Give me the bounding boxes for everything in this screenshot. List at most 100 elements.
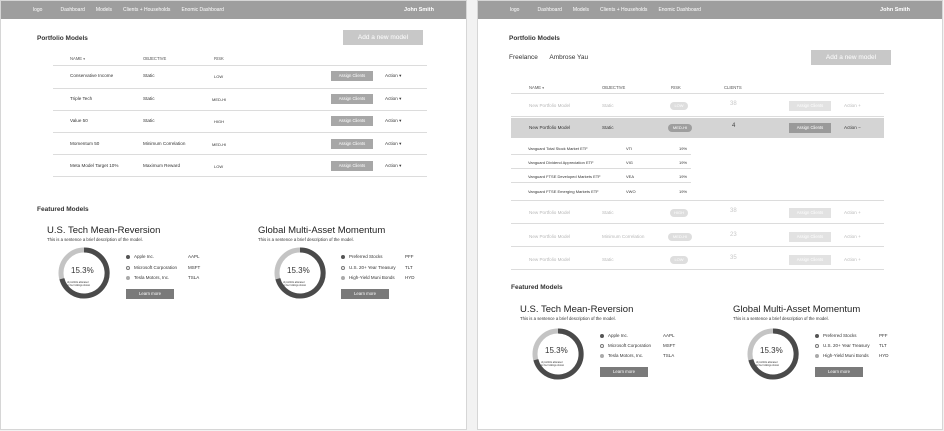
col-header-name[interactable]: NAME ▾	[70, 56, 85, 61]
chevron-down-icon: ▾	[399, 118, 402, 123]
nav-link-enomic[interactable]: Enomic Dashboard	[658, 7, 701, 13]
action-menu[interactable]: Action ▾	[385, 73, 401, 79]
add-model-button[interactable]: Add a new model	[343, 30, 423, 45]
featured-model-title[interactable]: Global Multi-Asset Momentum	[258, 225, 385, 236]
nav-link-models[interactable]: Models	[96, 7, 112, 13]
assign-clients-button[interactable]: Assign Clients	[331, 161, 373, 171]
nav-link-dashboard[interactable]: Dashboard	[537, 7, 561, 13]
action-menu[interactable]: Action +	[844, 257, 861, 262]
top-nav: logo Dashboard Models Clients + Househol…	[478, 1, 942, 19]
nav-link-dashboard[interactable]: Dashboard	[60, 7, 84, 13]
nav-link-models[interactable]: Models	[573, 7, 589, 13]
col-header-objective: OBJECTIVE	[602, 85, 626, 90]
holding-weight: 19%	[679, 189, 688, 194]
donut-caption: of portfolio allocated to the holdings s…	[67, 281, 91, 287]
logo[interactable]: logo	[33, 7, 42, 13]
legend-dot-icon	[126, 275, 130, 280]
row-risk: MED-HI	[212, 142, 227, 147]
holding-row: Preferred Stocks	[341, 254, 383, 259]
user-name[interactable]: John Smith	[404, 7, 434, 13]
add-model-button[interactable]: Add a new model	[811, 50, 891, 65]
user-name[interactable]: John Smith	[880, 7, 910, 13]
client-count: 35	[730, 255, 737, 261]
featured-title: Featured Models	[511, 284, 563, 291]
divider	[53, 88, 427, 89]
holding-ticker: TSLA	[663, 353, 675, 358]
action-menu[interactable]: Action −	[844, 125, 861, 130]
row-risk: MED-HI	[212, 97, 227, 102]
risk-badge: MED-HI	[668, 124, 692, 132]
holding-row: Apple Inc.	[600, 333, 628, 338]
donut-value: 15.3%	[71, 266, 94, 275]
featured-model-title[interactable]: U.S. Tech Mean-Reversion	[47, 225, 160, 236]
row-name: Value 50	[70, 118, 88, 123]
holding-ticker: HYD	[405, 275, 415, 280]
expand-plus-icon: +	[858, 103, 861, 108]
holding-ticker: VTI	[626, 146, 633, 151]
learn-more-button[interactable]: Learn more	[815, 367, 863, 377]
risk-badge: HIGH	[670, 209, 688, 217]
assign-clients-button[interactable]: Assign Clients	[331, 116, 373, 126]
divider	[53, 176, 427, 177]
holding-ticker: AAPL	[188, 254, 200, 259]
tab-ambrose-yau[interactable]: Ambrose Yau	[549, 54, 588, 61]
action-menu[interactable]: Action +	[844, 234, 861, 239]
legend-dot-icon	[815, 353, 819, 358]
action-menu[interactable]: Action ▾	[385, 96, 401, 102]
holding-row: Tesla Motors, Inc.	[600, 353, 643, 358]
client-count: 38	[730, 208, 737, 214]
divider	[53, 65, 427, 66]
row-objective: Minimum Correlation	[602, 234, 645, 239]
holding-row: Microsoft Corporation	[126, 265, 177, 270]
featured-model-desc: This is a sentence a brief description o…	[258, 237, 354, 242]
holding-row: Microsoft Corporation	[600, 343, 651, 348]
top-nav: logo Dashboard Models Clients + Househol…	[1, 1, 466, 19]
row-name: New Portfolio Model	[529, 257, 571, 262]
logo[interactable]: logo	[510, 7, 519, 13]
expand-plus-icon: +	[858, 210, 861, 215]
featured-model-title[interactable]: U.S. Tech Mean-Reversion	[520, 304, 633, 315]
learn-more-button[interactable]: Learn more	[600, 367, 648, 377]
row-name: Meta Model Target 10%	[70, 163, 119, 168]
action-menu[interactable]: Action ▾	[385, 118, 401, 124]
nav-link-enomic[interactable]: Enomic Dashboard	[181, 7, 224, 13]
donut-caption: of portfolio allocated to the holdings s…	[541, 361, 565, 367]
row-objective: Static	[602, 210, 614, 215]
holding-name: Vanguard Total Stock Market ETF	[528, 146, 588, 151]
nav-link-clients[interactable]: Clients + Households	[123, 7, 170, 13]
holding-ticker: TSLA	[188, 275, 200, 280]
row-risk: LOW	[214, 74, 224, 79]
assign-clients-button[interactable]: Assign Clients	[789, 123, 831, 133]
nav-link-clients[interactable]: Clients + Households	[600, 7, 647, 13]
tab-freelance[interactable]: Freelance	[509, 54, 538, 61]
learn-more-button[interactable]: Learn more	[126, 289, 174, 299]
assign-clients-button[interactable]: Assign Clients	[331, 94, 373, 104]
risk-badge: LOW	[670, 256, 688, 264]
assign-clients-button[interactable]: Assign Clients	[789, 101, 831, 111]
assign-clients-button[interactable]: Assign Clients	[331, 139, 373, 149]
assign-clients-button[interactable]: Assign Clients	[789, 255, 831, 265]
divider	[511, 200, 884, 201]
holding-row: Preferred Stocks	[815, 333, 857, 338]
assign-clients-button[interactable]: Assign Clients	[789, 232, 831, 242]
row-objective: Static	[602, 257, 614, 262]
assign-clients-button[interactable]: Assign Clients	[331, 71, 373, 81]
action-menu[interactable]: Action ▾	[385, 141, 401, 147]
action-menu[interactable]: Action +	[844, 103, 861, 108]
col-header-name[interactable]: NAME ▾	[529, 85, 544, 90]
holding-ticker: VIG	[626, 160, 633, 165]
holding-name: Vanguard Dividend Appreciation ETF	[528, 160, 594, 165]
holding-row: High-Yield Muni Bonds	[341, 275, 395, 280]
learn-more-button[interactable]: Learn more	[341, 289, 389, 299]
divider	[53, 154, 427, 155]
collapse-minus-icon: −	[858, 125, 861, 130]
row-name: Momentum 50	[70, 141, 100, 146]
action-menu[interactable]: Action ▾	[385, 163, 401, 169]
holding-ticker: PFF	[405, 254, 414, 259]
assign-clients-button[interactable]: Assign Clients	[789, 208, 831, 218]
featured-model-title[interactable]: Global Multi-Asset Momentum	[733, 304, 860, 315]
expand-plus-icon: +	[858, 257, 861, 262]
action-menu[interactable]: Action +	[844, 210, 861, 215]
donut-value: 15.3%	[760, 346, 783, 355]
featured-title: Featured Models	[37, 206, 89, 213]
